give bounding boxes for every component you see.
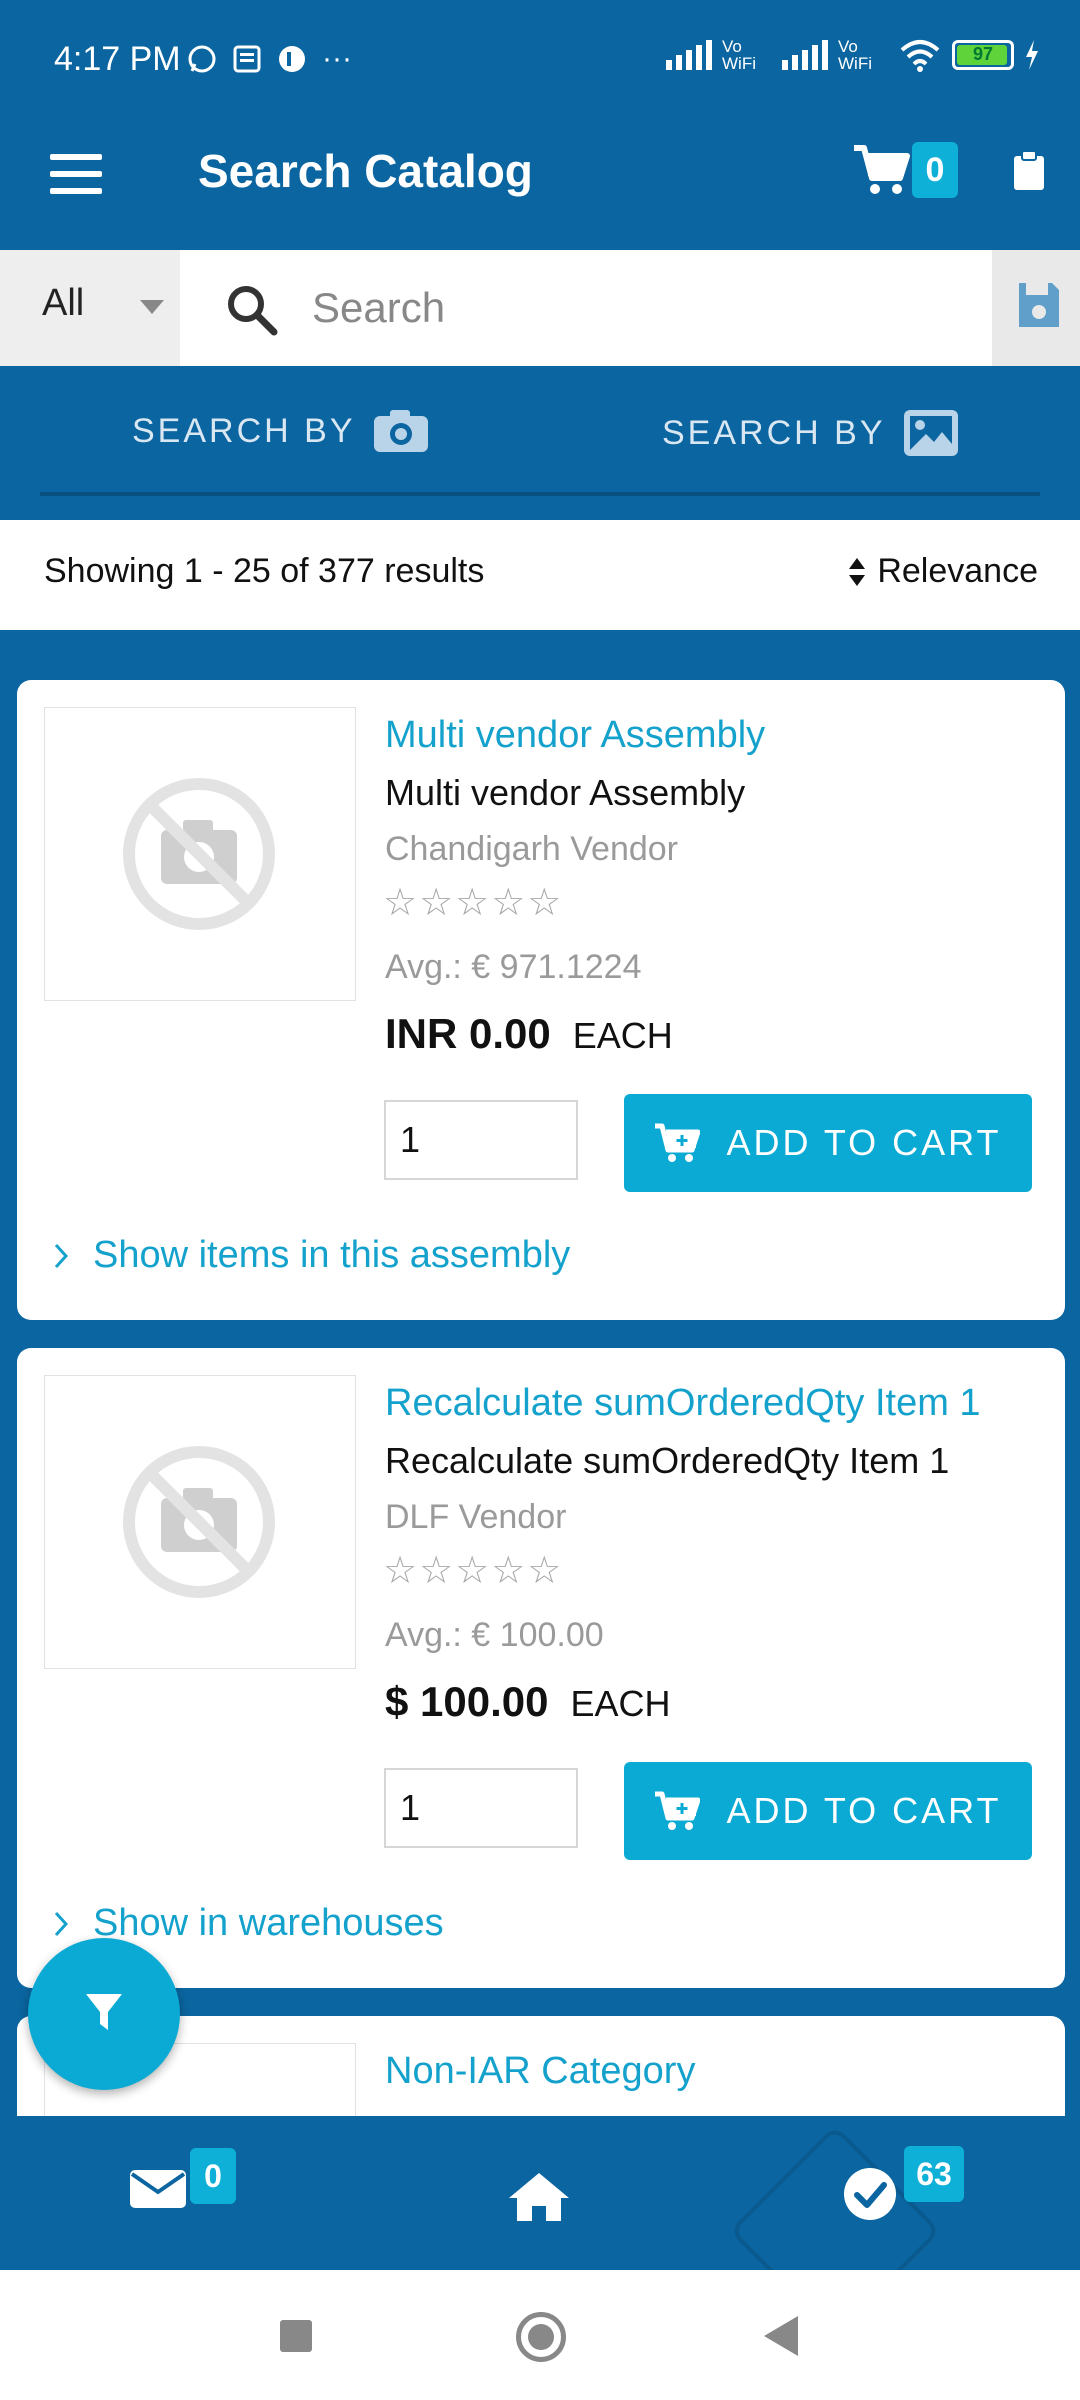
save-search-button[interactable]	[992, 250, 1080, 366]
image-icon	[903, 410, 958, 456]
battery-icon: 97	[952, 40, 1014, 70]
chevron-right-icon	[54, 1911, 69, 1936]
status-bar: 4:17 PM ··· Vo WiFi Vo WiFi 97	[0, 0, 1080, 120]
show-assembly-items-label: Show items in this assembly	[93, 1234, 571, 1276]
cart-count-badge[interactable]: 0	[912, 142, 958, 198]
back-button[interactable]	[764, 2316, 798, 2356]
search-bar: All	[0, 250, 1080, 366]
app-icon	[279, 46, 305, 72]
save-icon	[1019, 283, 1059, 327]
search-by-camera[interactable]: SEARCH BY	[132, 408, 430, 454]
star-rating[interactable]: ☆☆☆☆☆	[383, 880, 563, 925]
system-nav-bar	[0, 2270, 1080, 2400]
chevron-down-icon	[140, 300, 164, 314]
quantity-input[interactable]	[384, 1100, 578, 1180]
product-vendor: DLF Vendor	[385, 1498, 567, 1536]
product-price: INR 0.00 EACH	[385, 1010, 673, 1058]
search-scope-value: All	[42, 282, 85, 324]
search-by-divider	[40, 492, 1040, 496]
whatsapp-icon	[188, 45, 216, 73]
search-by-image[interactable]: SEARCH BY	[662, 408, 960, 458]
vowifi-label: Vo WiFi	[722, 37, 756, 73]
wifi-icon	[900, 40, 940, 72]
status-right: Vo WiFi Vo WiFi 97	[666, 38, 1040, 72]
more-dots-icon: ···	[322, 42, 352, 75]
product-name: Recalculate sumOrderedQty Item 1	[385, 1440, 950, 1481]
signal-icon	[666, 40, 712, 70]
add-to-cart-button[interactable]: ADD TO CART	[624, 1094, 1032, 1192]
results-count: Showing 1 - 25 of 377 results	[44, 552, 485, 590]
sort-label: Relevance	[877, 552, 1038, 590]
product-card: Multi vendor Assembly Multi vendor Assem…	[17, 680, 1065, 1320]
cart-plus-icon	[655, 1791, 701, 1830]
product-unit: EACH	[570, 1683, 671, 1724]
product-image	[44, 1375, 356, 1669]
status-time: 4:17 PM	[54, 40, 181, 78]
product-unit: EACH	[572, 1015, 673, 1056]
charging-icon	[1026, 40, 1038, 70]
product-card: Recalculate sumOrderedQty Item 1 Recalcu…	[17, 1348, 1065, 1988]
home-icon[interactable]	[506, 2170, 572, 2224]
product-vendor: Chandigarh Vendor	[385, 830, 679, 868]
clipboard-icon[interactable]	[1012, 150, 1046, 192]
search-scope-select[interactable]: All	[0, 250, 180, 366]
no-image-icon	[123, 1446, 275, 1598]
vowifi-label-2: Vo WiFi	[838, 37, 872, 73]
system-home-button[interactable]	[516, 2312, 566, 2362]
search-input[interactable]	[312, 268, 972, 348]
app-bar: Search Catalog 0	[0, 120, 1080, 250]
mail-count-badge[interactable]: 0	[190, 2148, 236, 2204]
check-circle-icon[interactable]	[842, 2166, 898, 2222]
product-price-value: $ 100.00	[385, 1678, 549, 1725]
camera-icon	[373, 410, 428, 452]
product-image	[44, 707, 356, 1001]
product-price-value: INR 0.00	[385, 1010, 551, 1057]
mail-icon[interactable]	[128, 2168, 188, 2210]
no-image-icon	[123, 778, 275, 930]
product-title-link[interactable]: Recalculate sumOrderedQty Item 1	[385, 1382, 981, 1425]
signal-icon-2	[782, 40, 828, 70]
product-title-link[interactable]: Multi vendor Assembly	[385, 714, 765, 757]
filter-icon	[86, 1994, 122, 2030]
cart-plus-icon	[655, 1123, 701, 1162]
product-title-link[interactable]: Non-IAR Category	[385, 2050, 695, 2093]
product-avg-price: Avg.: € 971.1224	[385, 948, 642, 986]
sort-button[interactable]: Relevance	[847, 552, 1038, 591]
show-warehouses-label: Show in warehouses	[93, 1902, 444, 1944]
quantity-input[interactable]	[384, 1768, 578, 1848]
battery-level: 97	[972, 44, 994, 64]
show-assembly-items-link[interactable]: Show items in this assembly	[53, 1234, 570, 1277]
search-by-image-label: SEARCH BY	[662, 413, 886, 452]
search-icon	[228, 286, 278, 336]
add-to-cart-label: ADD TO CART	[726, 1122, 1002, 1163]
product-avg-price: Avg.: € 100.00	[385, 1616, 604, 1654]
news-icon	[233, 45, 261, 73]
page-title: Search Catalog	[198, 145, 533, 197]
product-name: Multi vendor Assembly	[385, 772, 746, 813]
cart-icon[interactable]	[852, 144, 910, 196]
filter-button[interactable]	[28, 1938, 180, 2090]
notification-icons: ···	[186, 42, 352, 76]
product-price: $ 100.00 EACH	[385, 1678, 671, 1726]
search-by-row: SEARCH BY SEARCH BY	[0, 366, 1080, 506]
add-to-cart-button[interactable]: ADD TO CART	[624, 1762, 1032, 1860]
bottom-nav: 0 63	[0, 2116, 1080, 2270]
search-by-camera-label: SEARCH BY	[132, 411, 356, 450]
chevron-right-icon	[54, 1243, 69, 1268]
results-header: Showing 1 - 25 of 377 results Relevance	[0, 520, 1080, 630]
sort-icon	[849, 557, 866, 586]
add-to-cart-label: ADD TO CART	[726, 1790, 1002, 1831]
recents-button[interactable]	[280, 2320, 312, 2352]
star-rating[interactable]: ☆☆☆☆☆	[383, 1548, 563, 1593]
menu-icon[interactable]	[50, 154, 102, 194]
tasks-count-badge[interactable]: 63	[904, 2146, 964, 2202]
